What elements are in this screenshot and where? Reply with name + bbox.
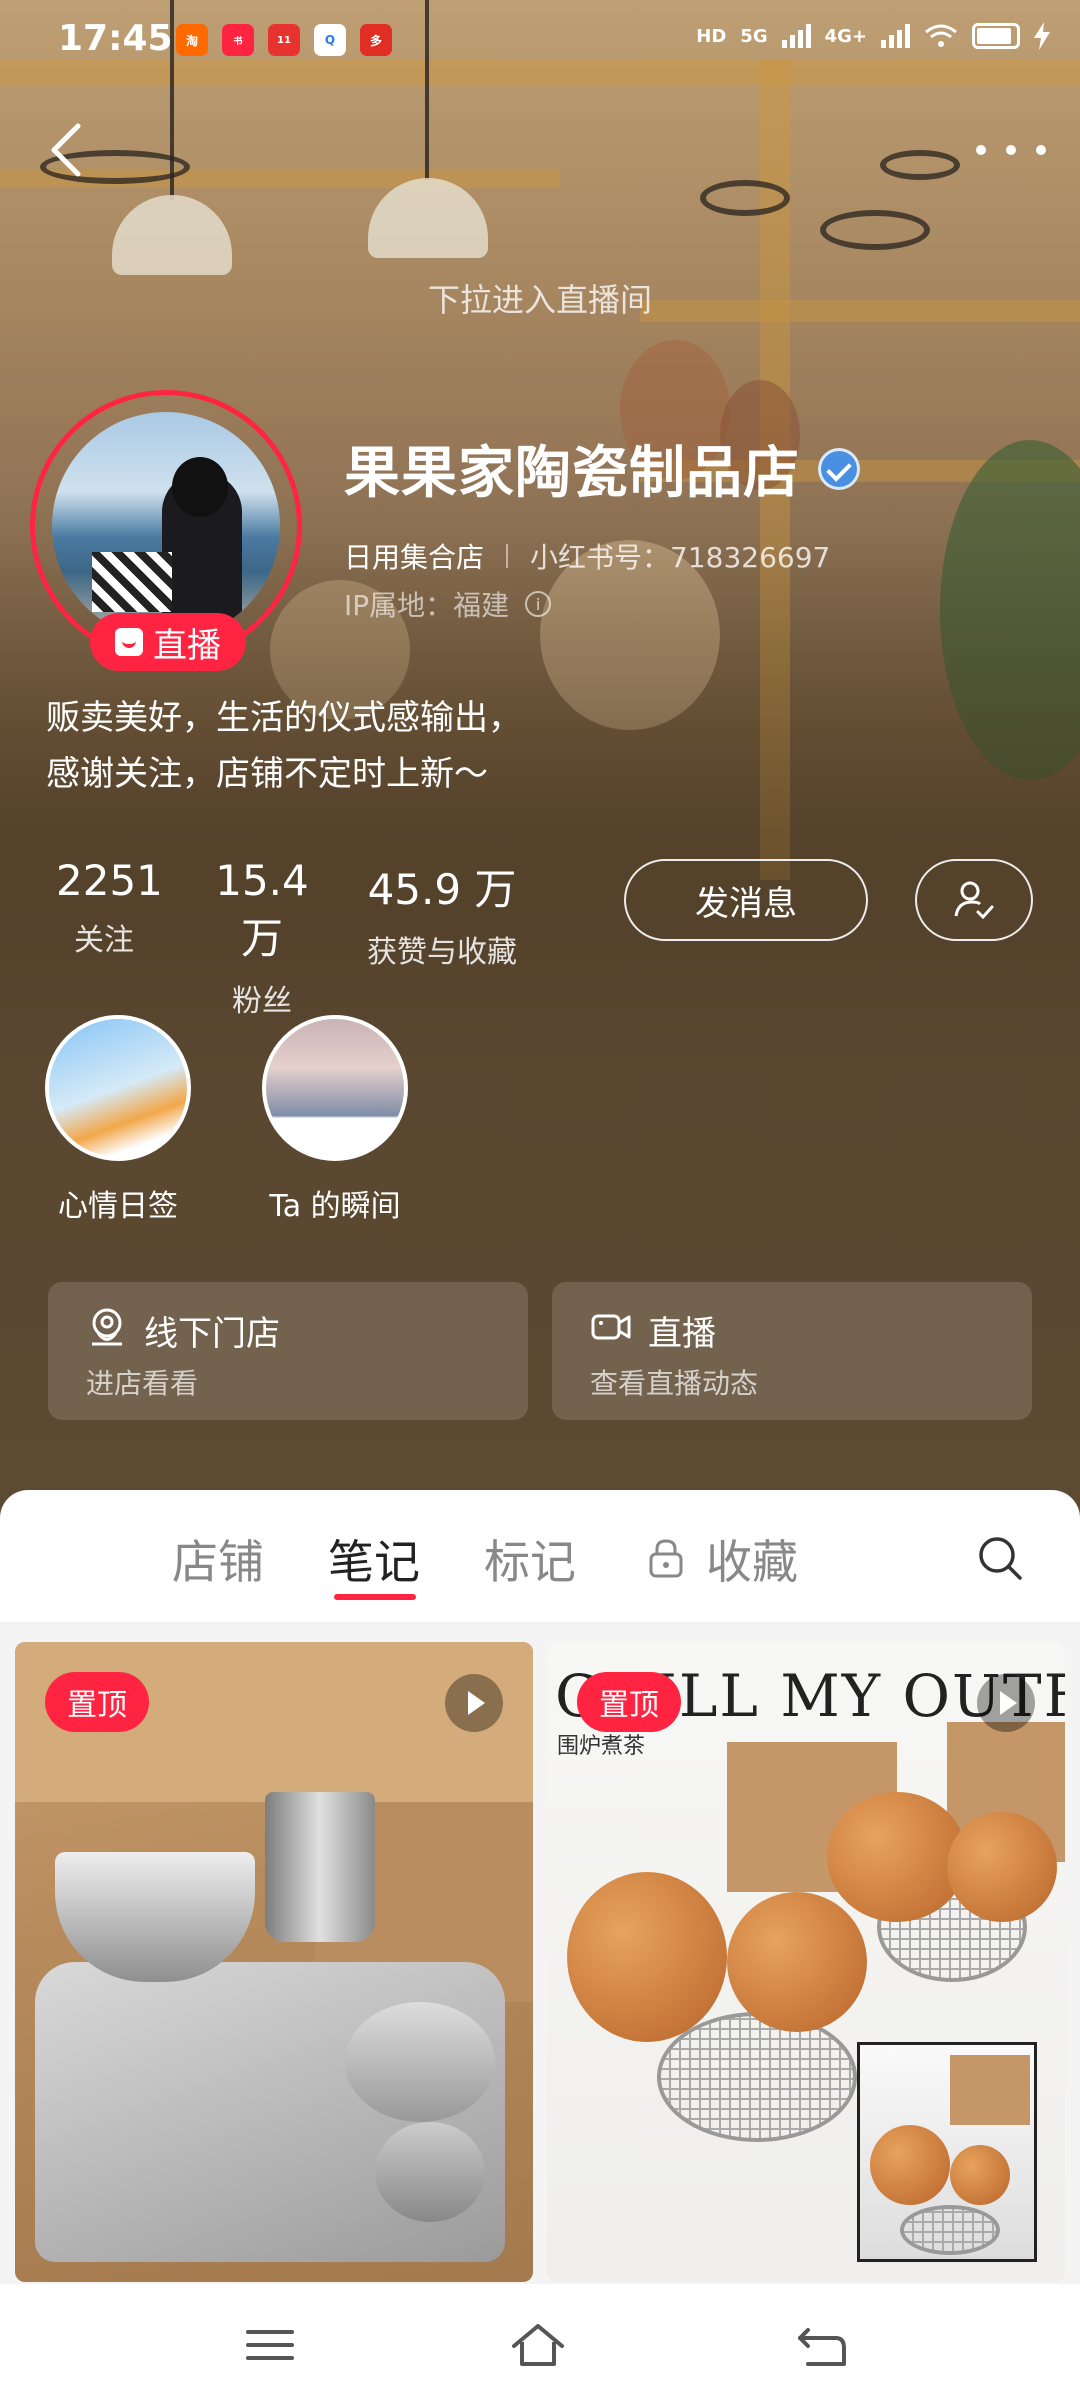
pull-to-live-hint: 下拉进入直播间 [427,281,652,319]
profile-tabs: 店铺 笔记 标记 收藏 [0,1490,1080,1622]
following-status-button[interactable] [915,859,1033,941]
bio-line-2: 感谢关注，店铺不定时上新～ [46,754,488,794]
offline-store-card[interactable]: 线下门店 进店看看 [48,1282,528,1420]
bio-line-1: 贩卖美好，生活的仪式感输出， [46,698,522,738]
search-icon[interactable] [976,1534,1024,1582]
pinned-badge: 置顶 [577,1672,681,1732]
info-icon[interactable]: i [525,591,552,617]
video-play-icon [977,1674,1035,1732]
stat-followers-label: 粉丝 [232,984,292,1019]
tab-notes[interactable]: 笔记 [328,1526,420,1592]
browser-icon: Q [314,24,346,56]
live-bag-icon [115,628,143,656]
stat-likes-value: 45.9 万 [367,865,517,914]
tab-shop[interactable]: 店铺 [172,1526,264,1592]
shop-name-row: 果果家陶瓷制品店 [344,428,860,509]
ip-location-text: IP属地：福建 [344,589,510,622]
location-icon [92,1308,122,1346]
live-badge[interactable]: 直播 [90,613,246,671]
tab-favorites[interactable]: 收藏 [706,1526,798,1592]
wifi-icon [925,24,957,47]
system-indicators: HD 5G 4G+ [696,22,1050,50]
user-check-icon [954,881,994,920]
note-inset-photo [857,2042,1037,2262]
highlight-mood-sign[interactable]: 心情日签 [45,1015,191,1225]
active-tab-indicator [334,1594,416,1600]
menu-icon[interactable] [240,2320,300,2370]
stat-following-label: 关注 [74,923,134,958]
live-badge-label: 直播 [153,625,221,666]
4g-signal-icon: 4G+ [824,25,867,47]
home-icon[interactable] [508,2320,568,2370]
note-card[interactable]: CHILL MY OUTFIT 围炉煮茶 置顶 [547,1642,1065,2282]
xiaohongshu-icon: 书 [222,24,254,56]
highlight-label: Ta 的瞬间 [269,1189,401,1224]
video-play-icon [445,1674,503,1732]
double11-icon: 11 [268,24,300,56]
stat-likes-label: 获赞与收藏 [367,935,517,970]
xhs-id[interactable]: 小红书号：718326697 [530,536,830,576]
5g-signal-icon: 5G [740,25,768,47]
card-title: 线下门店 [144,1314,280,1354]
bio: 贩卖美好，生活的仪式感输出， 感谢关注，店铺不定时上新～ [46,690,522,802]
note-card[interactable]: 置顶 [15,1642,533,2282]
system-nav-bar [0,2284,1080,2408]
ip-location: IP属地：福建 i [344,584,552,624]
stat-following-value: 2251 [56,856,163,905]
pinduoduo-icon: 多 [360,24,392,56]
verified-icon [818,447,860,490]
lock-icon [649,1539,683,1578]
note-subline: 围炉煮茶 [557,1734,646,1759]
stat-followers-value: 15.4 万 [215,856,309,963]
highlight-thumbnail [45,1015,191,1161]
card-subtitle: 进店看看 [86,1367,199,1400]
shop-name: 果果家陶瓷制品店 [344,441,800,506]
send-message-button[interactable]: 发消息 [624,859,868,941]
card-subtitle: 查看直播动态 [590,1367,759,1400]
signal-bars-icon [781,24,811,48]
status-bar: 17:45 淘 书 11 Q 多 HD 5G 4G+ [0,0,1080,84]
pinned-badge: 置顶 [45,1672,149,1732]
back-nav-icon[interactable] [792,2320,852,2370]
charging-icon [1034,22,1050,50]
battery-icon [972,23,1020,49]
highlight-thumbnail [262,1015,408,1161]
live-card[interactable]: 直播 查看直播动态 [552,1282,1032,1420]
shop-category: 日用集合店 [344,541,485,574]
highlight-label: 心情日签 [58,1189,178,1224]
card-title: 直播 [648,1314,716,1354]
video-icon [591,1314,631,1340]
tab-marks[interactable]: 标记 [484,1526,576,1592]
avatar[interactable] [52,412,280,640]
highlight-moments[interactable]: Ta 的瞬间 [262,1015,408,1225]
back-button[interactable] [44,120,88,180]
stat-likes[interactable]: 45.9 万 获赞与收藏 [358,856,526,971]
stat-followers[interactable]: 15.4 万 粉丝 [192,856,332,1020]
shop-meta: 日用集合店 小红书号：718326697 [344,536,830,576]
notification-icons: 淘 书 11 Q 多 [176,24,392,56]
status-time: 17:45 [58,18,173,59]
stat-following[interactable]: 2251 关注 [56,856,163,959]
taobao-icon: 淘 [176,24,208,56]
signal-bars-2-icon [881,24,910,48]
hd-icon: HD [696,25,727,47]
more-options-button[interactable] [976,130,1046,170]
